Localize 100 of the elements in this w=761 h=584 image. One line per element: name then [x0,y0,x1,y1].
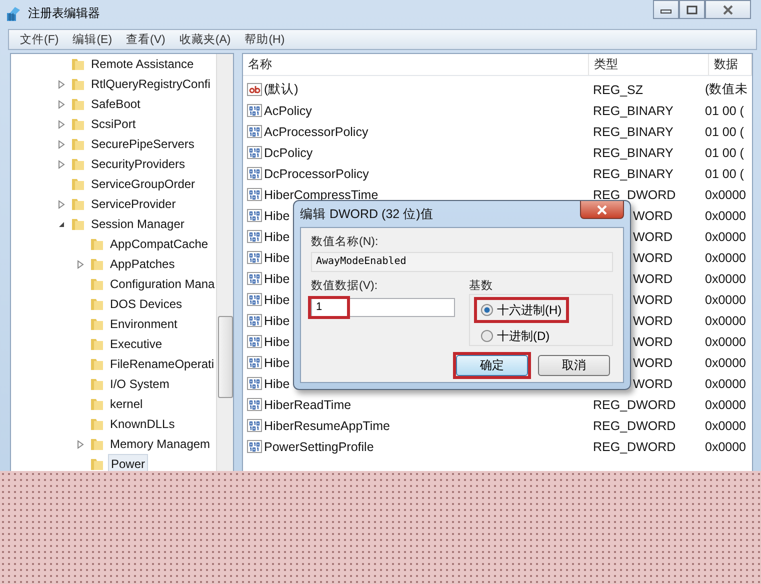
collapse-icon[interactable] [57,220,66,228]
cancel-button[interactable]: 取消 [538,355,610,376]
value-data: 01 00 ( [705,146,745,160]
binary-value-icon [247,418,264,434]
binary-value-icon [247,376,264,392]
binary-value-icon [247,144,264,160]
maximize-button[interactable] [679,0,705,19]
value-data-field[interactable]: 1 [311,298,455,317]
value-data: 0x0000 [705,188,748,202]
folder-icon [70,176,86,192]
menu-item[interactable]: 收藏夹(A) [172,32,238,47]
tree-item[interactable]: SafeBoot [89,95,142,113]
string-value-icon [247,82,264,98]
expand-icon[interactable] [57,200,66,208]
tree-item[interactable]: Memory Managem [108,435,212,453]
tree-item[interactable]: I/O System [108,375,172,393]
value-name[interactable]: HiberResumeAppTime [264,418,593,432]
tree-item[interactable]: Remote Assistance [89,55,196,73]
tree-item[interactable]: ServiceProvider [89,195,178,213]
binary-value-icon [247,438,264,454]
binary-value-icon [247,208,264,224]
value-type: WORD [633,250,674,264]
expand-icon[interactable] [57,100,66,108]
folder-icon [89,376,105,392]
value-type: REG_BINARY [593,146,674,160]
expand-icon[interactable] [57,160,66,168]
tree-item[interactable]: FileRenameOperati [108,355,216,373]
binary-value-icon [247,396,264,412]
binary-value-icon [247,124,264,140]
tree-item[interactable]: Environment [108,315,180,333]
tree-item[interactable]: SecurePipeServers [89,135,196,153]
expand-icon[interactable] [57,140,66,148]
dialog-title: 编辑 DWORD (32 位)值 [300,206,434,222]
value-data: 0x0000 [705,418,748,432]
value-name[interactable]: AcPolicy [264,104,593,118]
binary-value-icon [247,270,264,286]
tree-item[interactable]: AppCompatCache [108,235,210,253]
binary-value-icon [247,250,264,266]
group-label: 基数 [469,278,494,294]
binary-value-icon [247,186,264,202]
folder-icon [70,76,86,92]
tree-item[interactable]: Executive [108,335,164,353]
expand-icon[interactable] [57,120,66,128]
value-name[interactable]: AcProcessorPolicy [264,124,593,138]
field-label: 数值数据(V): [311,278,379,294]
value-name[interactable]: PowerSettingProfile [264,440,593,454]
value-data: 0x0000 [705,376,748,390]
value-type: WORD [633,376,674,390]
column-header[interactable]: 数据 [709,54,752,75]
folder-icon [89,396,105,412]
close-button[interactable] [705,0,751,19]
menu-item[interactable]: 查看(V) [119,32,172,47]
folder-icon [70,196,86,212]
value-data: 0x0000 [705,250,748,264]
tree-item[interactable]: Configuration Mana [108,275,216,293]
column-header[interactable]: 名称 [243,54,589,75]
value-type: WORD [633,292,674,306]
value-type: REG_BINARY [593,104,674,118]
value-type: REG_BINARY [593,166,674,180]
value-name[interactable]: HiberReadTime [264,398,593,412]
value-name[interactable]: DcProcessorPolicy [264,166,593,180]
value-name[interactable]: (默认) [264,81,593,98]
tree-item[interactable]: ScsiPort [89,115,138,133]
close-button[interactable] [580,201,624,219]
value-type: REG_DWORD [593,418,677,432]
maximize-icon [686,4,698,14]
value-data: (数值未 [705,81,750,98]
value-name[interactable]: DcPolicy [264,146,593,160]
radio-option[interactable]: 十六进制(H) [474,297,569,323]
tree-item[interactable]: SecurityProviders [89,155,188,173]
tree-item[interactable]: DOS Devices [108,295,184,313]
folder-icon [89,356,105,372]
window-title: 注册表编辑器 [28,5,100,22]
value-type: REG_DWORD [593,440,677,454]
value-name[interactable]: HiberCompressTime [264,188,593,202]
tree-item[interactable]: Session Manager [89,215,186,233]
radio-option[interactable]: 十进制(D) [474,323,557,349]
menu-item[interactable]: 帮助(H) [238,32,292,47]
tree-item[interactable]: ServiceGroupOrder [89,175,198,193]
expand-icon[interactable] [76,440,85,448]
value-type: REG_DWORD [593,188,677,202]
tree-item[interactable]: AppPatches [108,255,177,273]
expand-icon[interactable] [57,80,66,88]
value-type: WORD [633,314,674,328]
ok-button[interactable]: 确定 [456,355,528,376]
value-data: 0x0000 [705,440,748,454]
folder-icon [89,296,105,312]
folder-icon [70,56,86,72]
tree-item[interactable]: kernel [108,395,145,413]
value-type: REG_SZ [593,82,644,96]
menu-item[interactable]: 编辑(E) [66,32,120,47]
tree-item[interactable]: RtlQueryRegistryConfi [89,75,212,93]
expand-icon[interactable] [76,260,85,268]
value-data: 0x0000 [705,230,748,244]
value-type: WORD [633,356,674,370]
menu-item[interactable]: 文件(F) [13,32,66,47]
column-header[interactable]: 类型 [589,54,709,75]
minimize-button[interactable] [653,0,679,19]
tree-item[interactable]: KnownDLLs [108,415,177,433]
registry-icon [6,6,22,22]
